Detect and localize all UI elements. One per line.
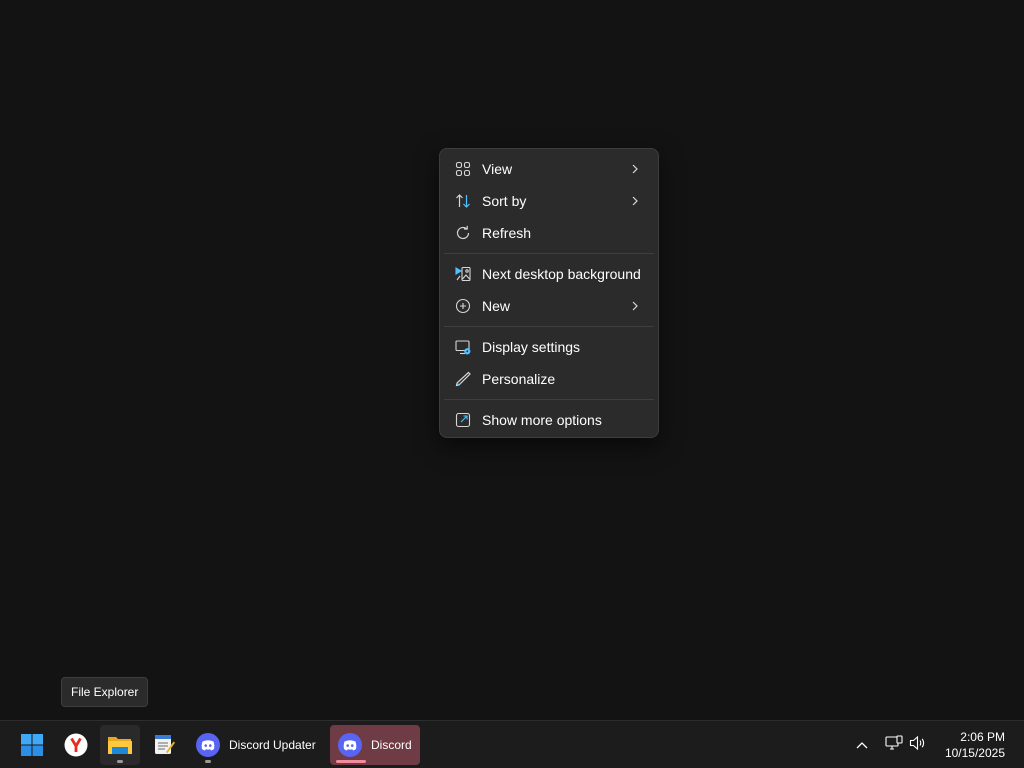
running-indicator — [205, 760, 211, 763]
taskbar: Discord Updater Discord 2:06 PM 10/15/20… — [0, 720, 1024, 768]
notepad-icon — [152, 733, 176, 757]
menu-separator — [444, 399, 654, 400]
focused-indicator — [336, 760, 366, 763]
menu-item-view[interactable]: View — [444, 153, 654, 185]
system-clock[interactable]: 2:06 PM 10/15/2025 — [945, 729, 1005, 761]
chevron-right-icon — [630, 164, 640, 174]
menu-item-label: Personalize — [482, 371, 556, 387]
next-background-icon — [455, 266, 471, 282]
windows-start-icon — [20, 733, 44, 757]
taskbar-discord[interactable]: Discord — [330, 725, 420, 765]
taskbar-app-label: Discord — [371, 738, 412, 752]
yandex-browser-icon — [64, 733, 88, 757]
menu-item-personalize[interactable]: Personalize — [444, 363, 654, 395]
menu-item-label: Display settings — [482, 339, 581, 355]
plus-circle-icon — [455, 298, 471, 314]
discord-icon — [196, 733, 220, 757]
menu-item-label: New — [482, 298, 511, 314]
file-explorer-tooltip: File Explorer — [61, 677, 149, 707]
refresh-icon — [455, 225, 471, 241]
desktop-context-menu: View Sort by Refresh Next desktop backgr… — [439, 148, 659, 438]
menu-item-label: Refresh — [482, 225, 532, 241]
tooltip-text: File Explorer — [71, 685, 139, 699]
taskbar-file-explorer[interactable] — [100, 725, 140, 765]
volume-button[interactable] — [906, 733, 930, 757]
taskbar-yandex-browser[interactable] — [56, 725, 96, 765]
network-icon — [885, 734, 903, 756]
discord-icon — [338, 733, 362, 757]
open-external-icon — [455, 412, 471, 428]
chevron-right-icon — [630, 301, 640, 311]
folder-icon — [107, 733, 133, 757]
taskbar-discord-updater[interactable]: Discord Updater — [188, 725, 326, 765]
menu-item-label: Next desktop background — [482, 266, 641, 282]
menu-item-sort-by[interactable]: Sort by — [444, 185, 654, 217]
display-settings-icon — [455, 339, 471, 355]
grid-view-icon — [455, 161, 471, 177]
clock-time: 2:06 PM — [960, 730, 1005, 744]
menu-item-show-more-options[interactable]: Show more options — [444, 404, 654, 436]
running-indicator — [117, 760, 123, 763]
menu-item-label: Show more options — [482, 412, 602, 428]
volume-icon — [909, 735, 927, 756]
clock-date: 10/15/2025 — [944, 746, 1005, 760]
menu-item-label: Sort by — [482, 193, 527, 209]
show-hidden-icons-button[interactable] — [850, 733, 874, 757]
taskbar-app-label: Discord Updater — [229, 738, 316, 752]
network-button[interactable] — [882, 733, 906, 757]
chevron-up-icon — [856, 736, 868, 754]
menu-item-next-desktop-background[interactable]: Next desktop background — [444, 258, 654, 290]
pen-icon — [455, 371, 471, 387]
start-button[interactable] — [12, 725, 52, 765]
chevron-right-icon — [630, 196, 640, 206]
menu-item-label: View — [482, 161, 513, 177]
taskbar-notepad[interactable] — [144, 725, 184, 765]
sort-arrows-icon — [455, 193, 471, 209]
menu-separator — [444, 326, 654, 327]
menu-item-display-settings[interactable]: Display settings — [444, 331, 654, 363]
menu-item-new[interactable]: New — [444, 290, 654, 322]
menu-item-refresh[interactable]: Refresh — [444, 217, 654, 249]
menu-separator — [444, 253, 654, 254]
